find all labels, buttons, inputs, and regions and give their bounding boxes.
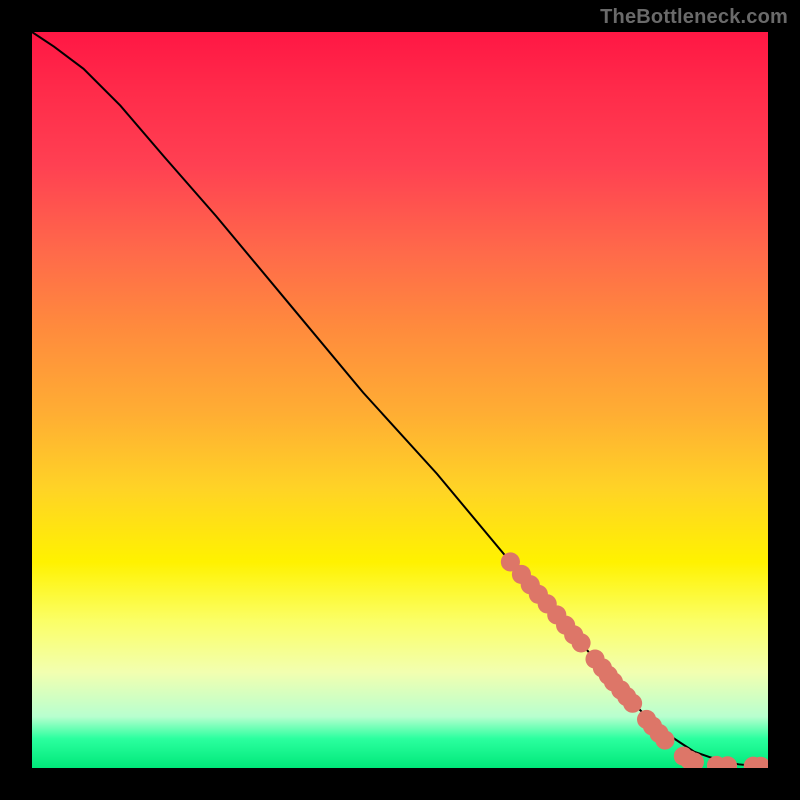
- chart-overlay: [32, 32, 768, 768]
- chart-frame: TheBottleneck.com: [0, 0, 800, 800]
- data-point: [655, 730, 674, 749]
- data-point: [571, 633, 590, 652]
- curve-line: [32, 32, 768, 767]
- data-point: [623, 694, 642, 713]
- watermark-label: TheBottleneck.com: [600, 6, 788, 29]
- plot-area: [32, 32, 768, 768]
